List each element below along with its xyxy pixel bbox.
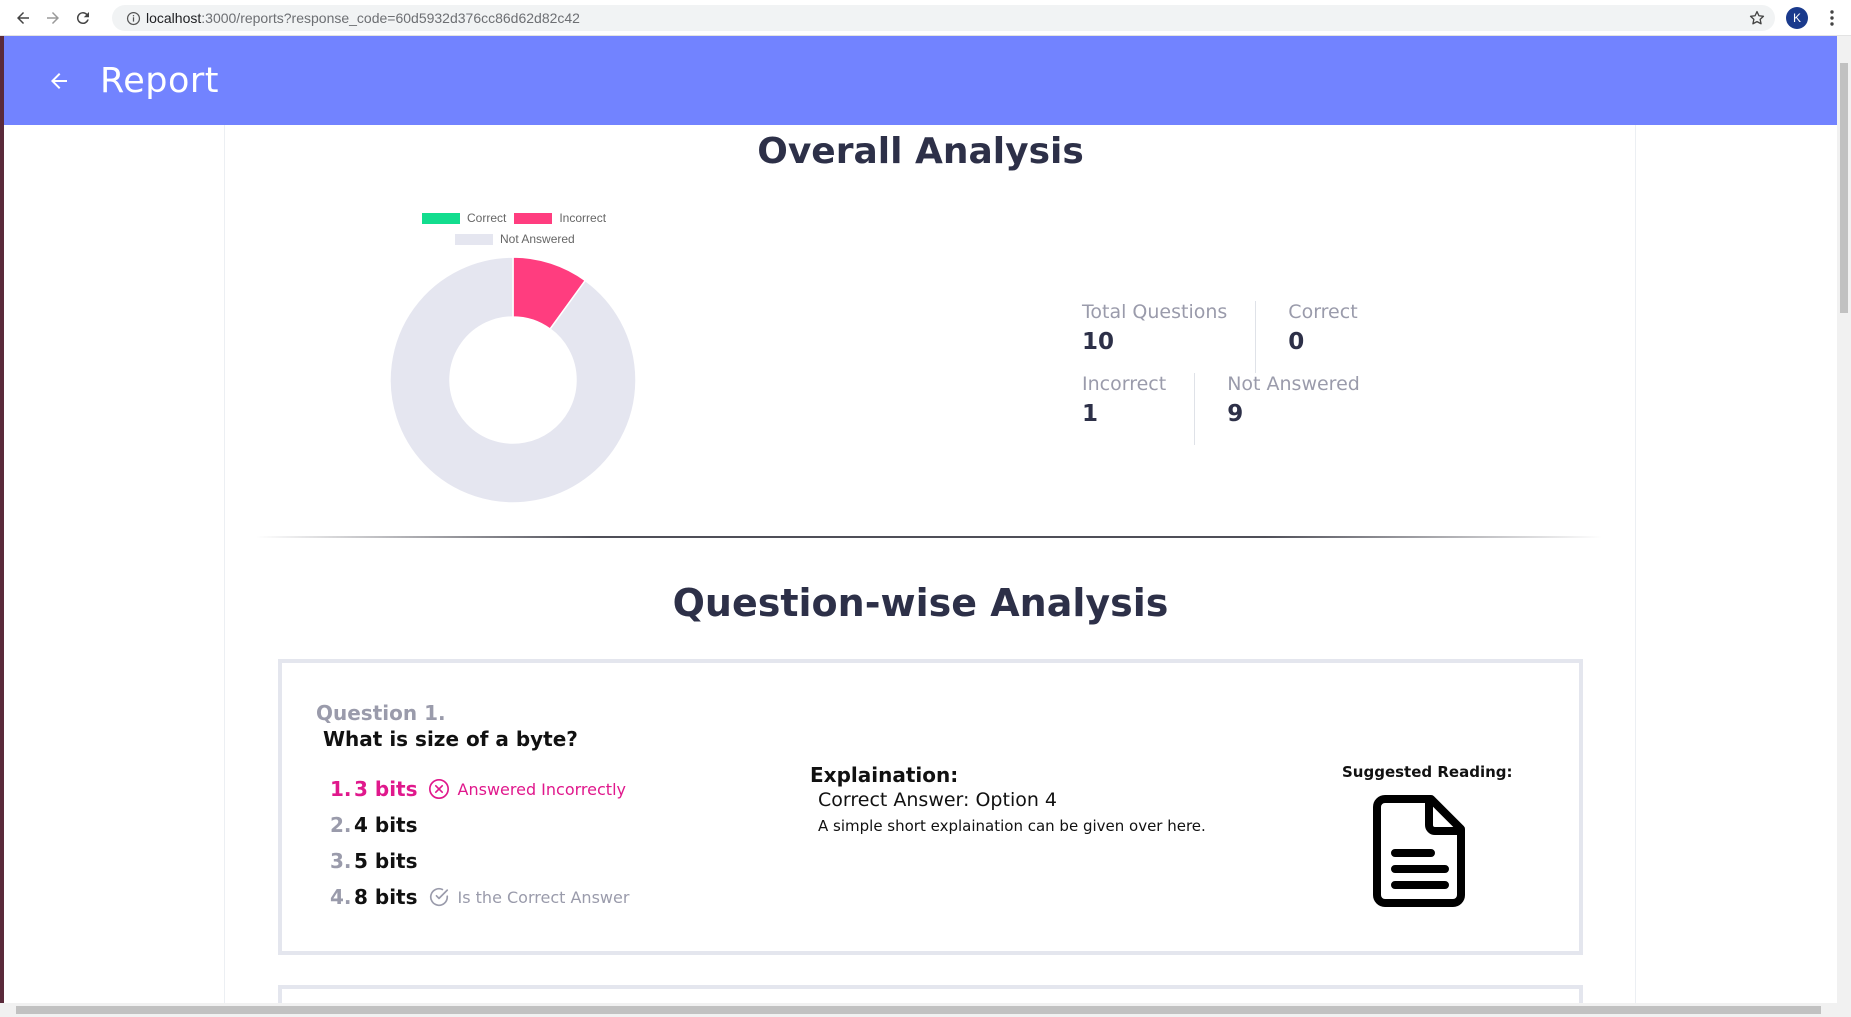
vertical-scrollbar[interactable] bbox=[1837, 36, 1851, 1017]
horizontal-scroll-thumb[interactable] bbox=[16, 1006, 1821, 1014]
option-text: 4 bits bbox=[354, 813, 418, 837]
stat-total-questions: Total Questions 10 bbox=[1082, 301, 1255, 373]
option-text: 5 bits bbox=[354, 849, 418, 873]
correct-answer-status: Is the Correct Answer bbox=[428, 886, 630, 908]
option-text: 3 bits bbox=[354, 777, 418, 801]
stat-not-answered-value: 9 bbox=[1227, 401, 1244, 427]
page-title: Report bbox=[100, 60, 220, 101]
stat-total-label: Total Questions bbox=[1082, 301, 1228, 323]
report-content: Overall Analysis Correct Incorrect Not A… bbox=[4, 125, 1837, 1003]
option-item: 2. 4 bits bbox=[330, 807, 629, 843]
answered-incorrectly-status: Answered Incorrectly bbox=[428, 778, 626, 800]
correct-answer-text: Correct Answer: Option 4 bbox=[818, 789, 1058, 811]
document-icon[interactable] bbox=[1373, 795, 1467, 907]
option-number: 2. bbox=[330, 813, 352, 837]
option-number: 3. bbox=[330, 849, 352, 873]
donut-slice-not-answered[interactable] bbox=[389, 256, 637, 504]
check-circle-icon bbox=[429, 888, 448, 906]
stat-incorrect-label: Incorrect bbox=[1082, 373, 1167, 395]
stats-panel: Total Questions 10 Correct 0 Incorrect 1… bbox=[1082, 301, 1402, 445]
suggested-reading-title: Suggested Reading: bbox=[1342, 763, 1513, 781]
app-bar: Report bbox=[4, 36, 1837, 125]
browser-toolbar: localhost:3000/reports?response_code=60d… bbox=[0, 0, 1851, 36]
question-number: Question 1. bbox=[316, 701, 446, 725]
url-path: :3000/reports?response_code=60d5932d376c… bbox=[201, 10, 580, 26]
url-text[interactable]: localhost:3000/reports?response_code=60d… bbox=[146, 10, 580, 26]
info-icon[interactable] bbox=[120, 5, 146, 31]
explanation-text: A simple short explaination can be given… bbox=[818, 817, 1206, 835]
back-arrow-icon[interactable] bbox=[44, 66, 74, 96]
address-bar[interactable]: localhost:3000/reports?response_code=60d… bbox=[112, 5, 1775, 31]
option-number: 4. bbox=[330, 885, 352, 909]
back-nav-icon[interactable] bbox=[8, 3, 38, 33]
option-item: 1. 3 bits Answered Incorrectly bbox=[330, 771, 629, 807]
legend-item-incorrect[interactable]: Incorrect bbox=[514, 209, 606, 227]
options-list: 1. 3 bits Answered Incorrectly 2. 4 bits… bbox=[330, 771, 629, 915]
legend-label-not-answered: Not Answered bbox=[500, 232, 575, 246]
vertical-scroll-thumb[interactable] bbox=[1840, 63, 1848, 313]
legend-swatch-correct bbox=[422, 212, 460, 224]
legend-item-not-answered[interactable]: Not Answered bbox=[455, 230, 575, 248]
stat-correct: Correct 0 bbox=[1255, 301, 1385, 373]
explanation-title: Explaination: bbox=[810, 763, 959, 787]
legend-item-correct[interactable]: Correct bbox=[422, 209, 506, 227]
option-number: 1. bbox=[330, 777, 352, 801]
browser-menu-icon[interactable] bbox=[1822, 8, 1842, 28]
chart-legend: Correct Incorrect Not Answered bbox=[412, 209, 612, 248]
stat-correct-label: Correct bbox=[1288, 301, 1358, 323]
status-text: Is the Correct Answer bbox=[457, 887, 630, 907]
section-divider bbox=[256, 536, 1602, 538]
overall-donut-chart bbox=[389, 256, 637, 504]
legend-swatch-incorrect bbox=[514, 212, 553, 224]
stat-not-answered-label: Not Answered bbox=[1227, 373, 1360, 395]
legend-label-incorrect: Incorrect bbox=[559, 211, 607, 225]
reload-icon[interactable] bbox=[68, 3, 98, 33]
overall-analysis-title: Overall Analysis bbox=[757, 131, 1084, 172]
legend-swatch-not-answered bbox=[455, 233, 493, 245]
question-card: Question 1. What is size of a byte? 1. 3… bbox=[278, 659, 1583, 955]
profile-avatar[interactable]: K bbox=[1786, 7, 1808, 29]
stat-incorrect-value: 1 bbox=[1082, 401, 1099, 427]
question-card bbox=[278, 985, 1583, 1003]
question-wise-title: Question-wise Analysis bbox=[672, 581, 1169, 625]
stat-total-value: 10 bbox=[1082, 329, 1115, 355]
stat-correct-value: 0 bbox=[1288, 329, 1305, 355]
status-text: Answered Incorrectly bbox=[457, 779, 626, 799]
bookmark-star-icon[interactable] bbox=[1748, 9, 1766, 27]
stat-not-answered: Not Answered 9 bbox=[1194, 373, 1388, 445]
stat-incorrect: Incorrect 1 bbox=[1082, 373, 1194, 445]
x-circle-icon bbox=[428, 779, 449, 799]
legend-label-correct: Correct bbox=[467, 211, 507, 225]
url-host: localhost bbox=[146, 10, 202, 26]
option-item: 3. 5 bits bbox=[330, 843, 629, 879]
question-text: What is size of a byte? bbox=[323, 727, 578, 751]
horizontal-scrollbar[interactable] bbox=[0, 1003, 1837, 1017]
option-item: 4. 8 bits Is the Correct Answer bbox=[330, 879, 629, 915]
forward-nav-icon[interactable] bbox=[38, 3, 68, 33]
option-text: 8 bits bbox=[354, 885, 418, 909]
